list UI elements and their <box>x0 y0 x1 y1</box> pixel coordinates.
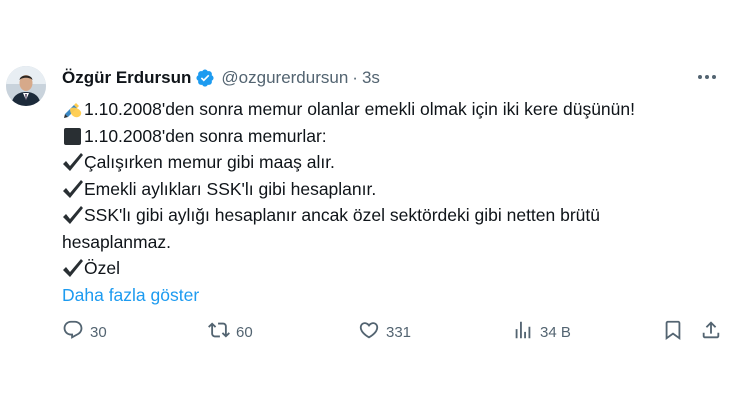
like-count: 331 <box>386 323 412 341</box>
tweet-line: Çalışırken memur gibi maaş alır. <box>62 149 712 176</box>
share-icon <box>700 319 722 345</box>
reply-button[interactable]: 30 <box>62 319 107 345</box>
tweet-line-text: Özel <box>84 258 120 278</box>
avatar[interactable] <box>6 66 46 106</box>
tweet-line: hesaplanmaz. <box>62 229 712 256</box>
tweet-line-text: Çalışırken memur gibi maaş alır. <box>84 152 335 172</box>
show-more-link[interactable]: Daha fazla göster <box>62 282 199 309</box>
timestamp[interactable]: 3s <box>362 68 380 88</box>
views-icon <box>512 319 534 345</box>
handle[interactable]: @ozgurerdursun <box>221 68 348 88</box>
bookmark-button[interactable] <box>662 319 684 345</box>
tweet-line-text: 1.10.2008'den sonra memur olanlar emekli… <box>84 99 635 119</box>
tweet-line: Emekli aylıkları SSK'lı gibi hesaplanır. <box>62 176 712 203</box>
tweet-line-text: Emekli aylıkları SSK'lı gibi hesaplanır. <box>84 178 377 199</box>
tweet-line-text: 1.10.2008'den sonra memurlar: <box>84 125 327 146</box>
action-bar: 30 60 331 34 B <box>62 319 722 345</box>
check-mark-icon <box>62 255 84 281</box>
display-name[interactable]: Özgür Erdursun <box>62 68 191 88</box>
retweet-button[interactable]: 60 <box>208 319 253 345</box>
more-options-icon[interactable] <box>696 68 718 86</box>
reply-icon <box>62 319 84 345</box>
check-mark-icon <box>62 149 84 175</box>
separator-dot: · <box>352 68 358 87</box>
reply-count: 30 <box>90 323 107 341</box>
views-button[interactable]: 34 B <box>512 319 571 345</box>
tweet-line: Özel <box>62 255 712 282</box>
bookmark-icon <box>662 319 684 345</box>
retweet-count: 60 <box>236 323 253 341</box>
tweet-line-text: hesaplanmaz. <box>62 231 171 252</box>
tweet-card[interactable]: Özgür Erdursun @ozgurerdursun · 3s 1.10.… <box>0 0 730 420</box>
views-count: 34 B <box>540 323 571 341</box>
verified-badge-icon <box>195 68 215 88</box>
tweet-line: SSK'lı gibi aylığı hesaplanır ancak özel… <box>62 202 712 229</box>
like-button[interactable]: 331 <box>358 319 411 345</box>
check-mark-icon <box>62 202 84 228</box>
heart-icon <box>358 319 380 345</box>
writing-hand-icon <box>62 96 84 122</box>
tweet-line: 1.10.2008'den sonra memurlar: <box>62 123 712 150</box>
check-mark-icon <box>62 176 84 202</box>
retweet-icon <box>208 319 230 345</box>
tweet-line: 1.10.2008'den sonra memur olanlar emekli… <box>62 96 712 123</box>
tweet-text: 1.10.2008'den sonra memur olanlar emekli… <box>62 96 712 308</box>
tweet-line-text: SSK'lı gibi aylığı hesaplanır ancak özel… <box>84 205 601 225</box>
tweet-header: Özgür Erdursun @ozgurerdursun · 3s <box>62 66 718 90</box>
black-square-icon <box>62 123 84 149</box>
share-button[interactable] <box>700 319 722 345</box>
show-more-row: Daha fazla göster <box>62 282 712 309</box>
